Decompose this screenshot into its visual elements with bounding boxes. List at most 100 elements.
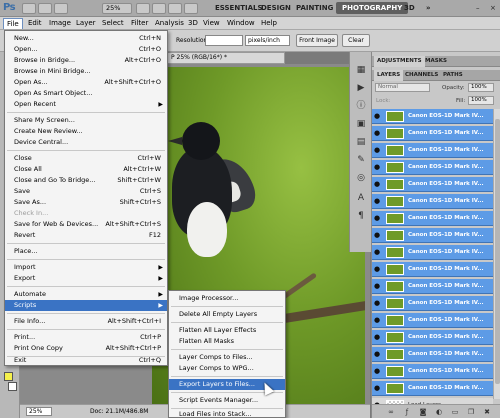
layer-row[interactable]: ● Canon EOS-1D Mark IV...: [372, 330, 493, 345]
fill-input[interactable]: 100%: [468, 96, 494, 105]
menu-edit[interactable]: Edit: [25, 18, 45, 29]
file-menu-item[interactable]: Exit Ctrl+Q: [5, 355, 167, 366]
eye-icon[interactable]: ●: [374, 214, 382, 222]
layer-row[interactable]: ● Canon EOS-1D Mark IV...: [372, 177, 493, 192]
workspace-3d[interactable]: 3D: [398, 2, 421, 14]
file-menu-item[interactable]: Open... Ctrl+O: [5, 44, 167, 55]
clear-button[interactable]: Clear: [342, 34, 370, 47]
navigator-icon[interactable]: ▣: [355, 118, 367, 130]
history-icon[interactable]: ▦: [355, 64, 367, 76]
layer-style-icon[interactable]: ƒ: [402, 407, 412, 417]
eye-icon[interactable]: ●: [374, 333, 382, 341]
resolution-input[interactable]: [205, 35, 243, 46]
scripts-menu-item[interactable]: Layer Comps to Files...: [169, 352, 285, 363]
eye-icon[interactable]: ●: [374, 163, 382, 171]
workspace-painting[interactable]: PAINTING: [290, 2, 339, 14]
eye-icon[interactable]: ●: [374, 146, 382, 154]
scripts-menu-item[interactable]: Image Processor...: [169, 293, 285, 304]
file-menu-item[interactable]: Print... Ctrl+P: [5, 332, 167, 343]
histogram-icon[interactable]: ▤: [355, 136, 367, 148]
menu-filter[interactable]: Filter: [128, 18, 151, 29]
eye-icon[interactable]: ●: [374, 129, 382, 137]
rotate-view-button[interactable]: [152, 3, 166, 14]
link-layers-icon[interactable]: ∞: [386, 407, 396, 417]
background-color-swatch[interactable]: [8, 382, 17, 391]
menu-file[interactable]: File: [3, 18, 23, 29]
file-menu-item[interactable]: File Info... Alt+Shift+Ctrl+I: [5, 316, 167, 327]
eye-icon[interactable]: ●: [374, 180, 382, 188]
layer-row[interactable]: ● Canon EOS-1D Mark IV...: [372, 245, 493, 260]
file-menu-item[interactable]: Place...: [5, 246, 167, 257]
view-extras-button[interactable]: [54, 3, 68, 14]
mini-bridge-button[interactable]: [38, 3, 52, 14]
menu-window[interactable]: Window: [224, 18, 258, 29]
zoom-level-select[interactable]: 25%: [102, 3, 132, 14]
scripts-menu-item[interactable]: Flatten All Layer Effects: [169, 325, 285, 336]
file-menu-item[interactable]: Device Central...: [5, 137, 167, 148]
file-menu-item[interactable]: Save As... Shift+Ctrl+S: [5, 197, 167, 208]
file-menu-item[interactable]: Print One Copy Alt+Shift+Ctrl+P: [5, 343, 167, 354]
eye-icon[interactable]: ●: [374, 197, 382, 205]
layer-row[interactable]: ● Canon EOS-1D Mark IV...: [372, 262, 493, 277]
hand-tool-button[interactable]: [136, 3, 150, 14]
status-zoom-field[interactable]: 25%: [26, 407, 52, 416]
file-menu-item[interactable]: Create New Review...: [5, 126, 167, 137]
eye-icon[interactable]: ●: [374, 316, 382, 324]
file-menu-item[interactable]: New... Ctrl+N: [5, 33, 167, 44]
double-chevron-right-icon[interactable]: »: [420, 2, 437, 14]
file-menu-item[interactable]: Save for Web & Devices... Alt+Shift+Ctrl+…: [5, 219, 167, 230]
menu-layer[interactable]: Layer: [73, 18, 99, 29]
close-icon[interactable]: ×: [484, 2, 500, 14]
tab-masks[interactable]: MASKS: [422, 56, 450, 67]
character-icon[interactable]: A: [355, 192, 367, 204]
layer-row[interactable]: ● Canon EOS-1D Mark IV...: [372, 126, 493, 141]
file-menu-item[interactable]: Close and Go To Bridge... Shift+Ctrl+W: [5, 175, 167, 186]
layer-row[interactable]: ● Canon EOS-1D Mark IV...: [372, 228, 493, 243]
file-menu-item[interactable]: Revert F12: [5, 230, 167, 241]
eye-icon[interactable]: ●: [374, 384, 382, 392]
file-menu-item[interactable]: Browse in Bridge... Alt+Ctrl+O: [5, 55, 167, 66]
layer-row[interactable]: ● Canon EOS-1D Mark IV...: [372, 194, 493, 209]
brush-presets-icon[interactable]: ✎: [355, 154, 367, 166]
file-menu-item[interactable]: Open Recent ▶: [5, 99, 167, 110]
layer-row[interactable]: ● Canon EOS-1D Mark IV...: [372, 109, 493, 124]
eye-icon[interactable]: ●: [374, 282, 382, 290]
bridge-button[interactable]: [22, 3, 36, 14]
layer-mask-icon[interactable]: ◙: [418, 407, 428, 417]
clone-source-icon[interactable]: ◎: [355, 172, 367, 184]
scripts-menu-item[interactable]: Flatten All Masks: [169, 336, 285, 347]
resolution-unit-select[interactable]: pixels/inch: [245, 35, 290, 46]
scripts-menu-item[interactable]: Load Files into Stack...: [169, 409, 285, 418]
adjustment-layer-icon[interactable]: ◐: [434, 407, 444, 417]
new-layer-icon[interactable]: ❐: [466, 407, 476, 417]
eye-icon[interactable]: ●: [374, 248, 382, 256]
eye-icon[interactable]: ●: [374, 350, 382, 358]
scripts-menu-item[interactable]: Script Events Manager...: [169, 395, 285, 406]
menu-image[interactable]: Image: [46, 18, 74, 29]
menu-3d[interactable]: 3D: [185, 18, 201, 29]
layer-row[interactable]: ● Canon EOS-1D Mark IV...: [372, 347, 493, 362]
menu-select[interactable]: Select: [99, 18, 127, 29]
layer-row[interactable]: ● Canon EOS-1D Mark IV...: [372, 143, 493, 158]
menu-analysis[interactable]: Analysis: [152, 18, 187, 29]
file-menu-item[interactable]: Automate ▶: [5, 289, 167, 300]
eye-icon[interactable]: ●: [374, 231, 382, 239]
eye-icon[interactable]: ●: [374, 265, 382, 273]
actions-icon[interactable]: ▶: [355, 82, 367, 94]
menu-view[interactable]: View: [200, 18, 223, 29]
file-menu-item[interactable]: Close All Alt+Ctrl+W: [5, 164, 167, 175]
blend-mode-select[interactable]: Normal: [375, 83, 430, 92]
file-menu-item[interactable]: Open As Smart Object...: [5, 88, 167, 99]
menu-help[interactable]: Help: [258, 18, 280, 29]
tab-channels[interactable]: CHANNELS: [402, 70, 441, 81]
tab-layers[interactable]: LAYERS: [374, 70, 404, 81]
opacity-input[interactable]: 100%: [468, 83, 494, 92]
layer-row[interactable]: ● Canon EOS-1D Mark IV...: [372, 364, 493, 379]
layer-row[interactable]: ● Canon EOS-1D Mark IV...: [372, 160, 493, 175]
file-menu-item[interactable]: Save Ctrl+S: [5, 186, 167, 197]
eye-icon[interactable]: ●: [374, 299, 382, 307]
tab-paths[interactable]: PATHS: [440, 70, 466, 81]
layer-row[interactable]: ● Canon EOS-1D Mark IV...: [372, 279, 493, 294]
file-menu-item[interactable]: Open As... Alt+Shift+Ctrl+O: [5, 77, 167, 88]
layer-row[interactable]: ● Canon EOS-1D Mark IV...: [372, 211, 493, 226]
